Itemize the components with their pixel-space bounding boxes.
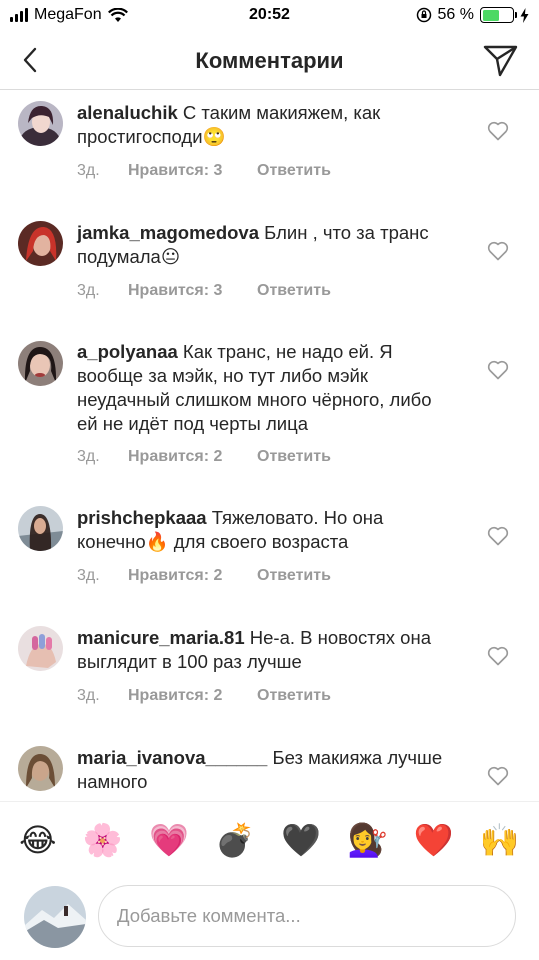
reply-button[interactable]: Ответить [257,162,331,180]
heart-icon[interactable] [487,121,509,141]
comment-text-block: alenaluchik С таким макияжем, как прости… [77,101,457,149]
page-title: Комментарии [195,48,344,73]
comment-likes[interactable]: Нравится: 3 [128,162,257,180]
heart-icon[interactable] [487,360,509,380]
avatar[interactable] [18,746,63,791]
comment-composer [0,877,539,960]
emoji-haircut[interactable]: 💇‍♀️ [348,820,388,860]
reply-button[interactable]: Ответить [257,448,331,466]
status-right: 56 % [416,6,529,24]
emoji-tears-of-joy[interactable]: 😂 [19,820,56,860]
avatar[interactable] [18,626,63,671]
battery-icon [480,7,517,23]
comment-username[interactable]: manicure_maria.81 [77,627,245,648]
comment-username[interactable]: jamka_magomedova [77,222,259,243]
emoji-growing-heart[interactable]: 💗 [149,820,189,860]
avatar[interactable] [18,101,63,146]
comment-username[interactable]: maria_ivanova______ [77,747,267,768]
avatar[interactable] [18,221,63,266]
comment-meta: 3д. Нравится: 3 Ответить [77,162,331,180]
user-avatar [24,886,86,948]
comment-text-block: manicure_maria.81 Не-а. В новостях она в… [77,626,457,674]
comment-likes[interactable]: Нравится: 2 [128,687,257,705]
comment-time: 3д. [77,687,100,704]
emoji-bar: 😂 🌸 💗 💣 🖤 💇‍♀️ ❤️ 🙌 [0,801,539,877]
comments-list[interactable]: alenaluchik С таким макияжем, как прости… [0,91,539,801]
reply-button[interactable]: Ответить [257,567,331,585]
comment-time: 3д. [77,162,100,179]
reply-button[interactable]: Ответить [257,687,331,705]
heart-icon[interactable] [487,241,509,261]
comment-time: 3д. [77,282,100,299]
emoji-red-heart[interactable]: ❤️ [414,820,454,860]
battery-percent: 56 % [437,6,474,23]
comment-time: 3д. [77,448,100,465]
comment-text-block: jamka_magomedova Блин , что за транс под… [77,221,457,269]
emoji-bomb[interactable]: 💣 [215,820,255,860]
comment-text-block: maria_ivanova______ Без макияжа лучше на… [77,746,457,794]
comment-time: 3д. [77,567,100,584]
comment-likes[interactable]: Нравится: 2 [128,448,257,466]
orientation-lock-icon [416,7,431,23]
heart-icon[interactable] [487,526,509,546]
heart-icon[interactable] [487,646,509,666]
comment-likes[interactable]: Нравится: 2 [128,567,257,585]
emoji-raising-hands[interactable]: 🙌 [480,820,520,860]
header: Комментарии [0,32,539,90]
comment-meta: 3д. Нравится: 2 Ответить [77,567,331,585]
comment-input-wrapper [98,885,516,947]
comment-likes[interactable]: Нравится: 3 [128,282,257,300]
heart-icon[interactable] [487,766,509,786]
paper-plane-icon [483,45,518,77]
status-bar: MegaFon 20:52 56 % [0,0,539,32]
comment-text-block: a_polyanaa Как транс, не надо ей. Я вооб… [77,340,457,436]
comment-username[interactable]: a_polyanaa [77,341,178,362]
emoji-cherry-blossom[interactable]: 🌸 [83,820,123,860]
charging-bolt-icon [520,7,529,23]
reply-button[interactable]: Ответить [257,282,331,300]
comment-username[interactable]: prishchepkaaa [77,507,207,528]
emoji-black-heart[interactable]: 🖤 [281,820,321,860]
comment-text-block: prishchepkaaa Тяжеловато. Но она конечно… [77,506,457,554]
comment-meta: 3д. Нравится: 2 Ответить [77,687,331,705]
avatar[interactable] [18,341,63,386]
comment-input[interactable] [99,886,515,946]
comment-meta: 3д. Нравится: 3 Ответить [77,282,331,300]
comment-meta: 3д. Нравится: 2 Ответить [77,448,331,466]
avatar[interactable] [18,506,63,551]
comment-username[interactable]: alenaluchik [77,102,178,123]
direct-send-button[interactable] [483,42,519,78]
